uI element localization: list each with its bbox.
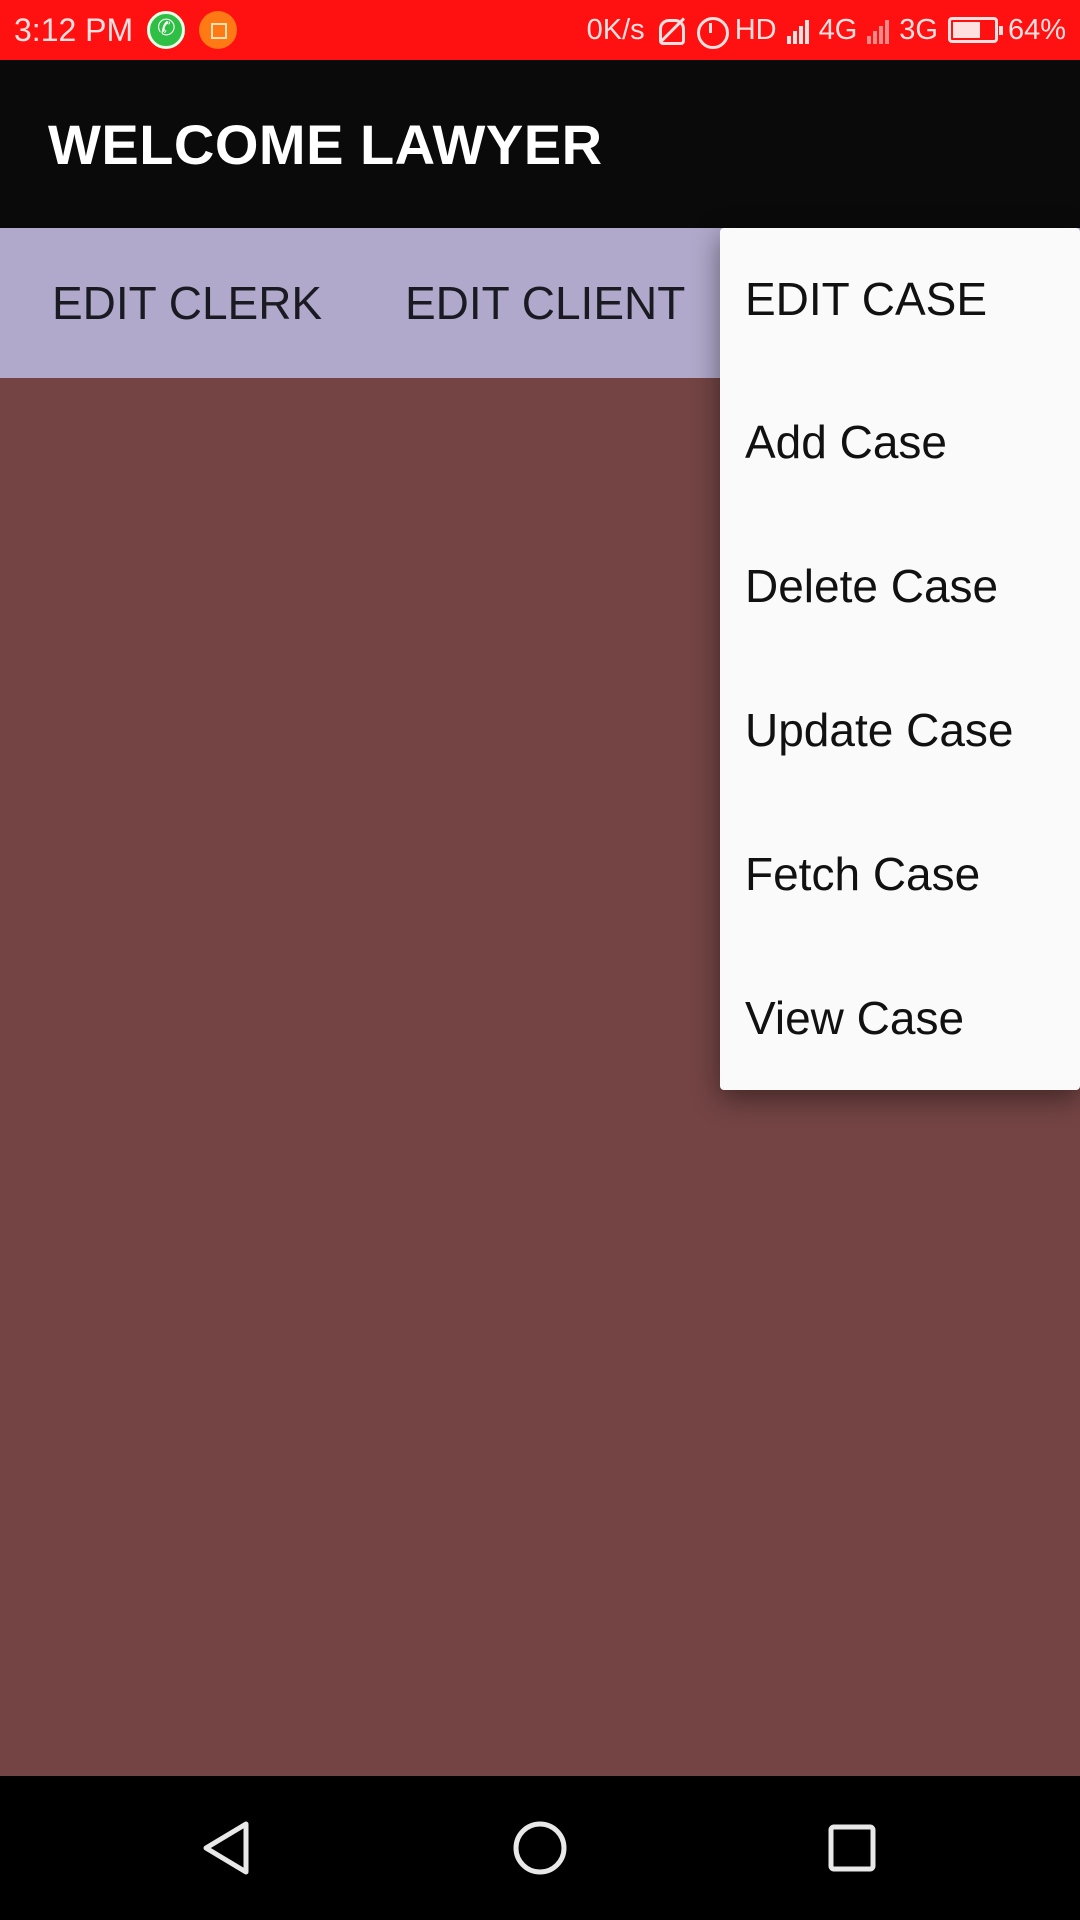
- menu-item-delete-case[interactable]: Delete Case: [720, 514, 1080, 658]
- battery-icon: [947, 17, 1003, 43]
- network-4g-label: 4G: [818, 13, 858, 46]
- status-time: 3:12 PM: [14, 11, 134, 48]
- vibrate-off-icon: [655, 15, 685, 45]
- signal-icon: [786, 16, 809, 44]
- menu-item-add-case[interactable]: Add Case: [720, 370, 1080, 514]
- whatsapp-icon: [147, 11, 186, 49]
- status-right: 0K/s HD 4G 3G 64%: [586, 13, 1066, 49]
- status-left: 3:12 PM: [14, 11, 238, 49]
- menu-item-view-case[interactable]: View Case: [720, 946, 1080, 1090]
- network-speed: 0K/s: [586, 13, 645, 46]
- recents-icon: [828, 1824, 876, 1872]
- recents-button[interactable]: [792, 1776, 912, 1920]
- home-button[interactable]: [480, 1776, 600, 1920]
- edit-case-menu: EDIT CASE Add Case Delete Case Update Ca…: [720, 228, 1080, 1090]
- page-title: WELCOME LAWYER: [48, 112, 603, 176]
- menu-item-fetch-case[interactable]: Fetch Case: [720, 802, 1080, 946]
- signal-secondary-icon: [867, 16, 890, 44]
- hd-label: HD: [734, 13, 777, 46]
- alarm-icon: [695, 15, 729, 49]
- back-button[interactable]: [168, 1776, 288, 1920]
- home-icon: [513, 1821, 567, 1875]
- nav-bar: [0, 1776, 1080, 1920]
- back-icon: [203, 1821, 249, 1875]
- tab-edit-clerk[interactable]: EDIT CLERK: [52, 228, 322, 378]
- crop-icon: [199, 11, 238, 49]
- tab-edit-client[interactable]: EDIT CLIENT: [405, 228, 685, 378]
- menu-item-edit-case[interactable]: EDIT CASE: [720, 228, 1080, 370]
- status-bar: 3:12 PM 0K/s HD 4G 3G 64%: [0, 0, 1080, 60]
- network-3g-label: 3G: [899, 13, 938, 46]
- menu-item-update-case[interactable]: Update Case: [720, 658, 1080, 802]
- app-bar: WELCOME LAWYER: [0, 60, 1080, 228]
- battery-percent: 64%: [1007, 13, 1066, 46]
